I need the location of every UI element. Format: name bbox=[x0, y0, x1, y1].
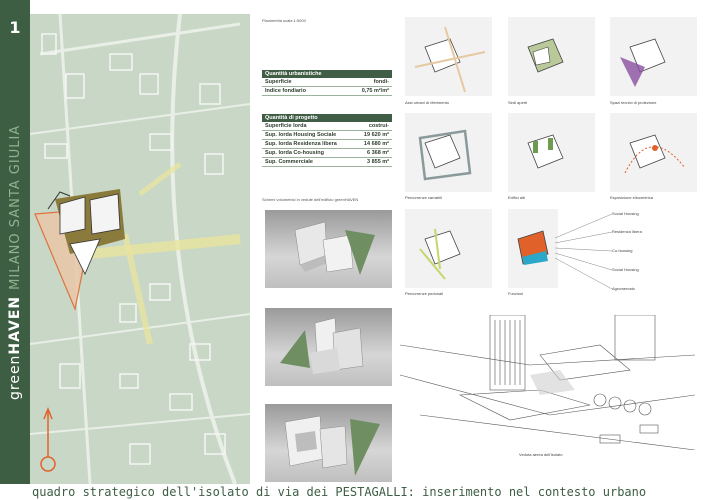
table-row: Sup. Commerciale 3 855 m² bbox=[262, 158, 392, 167]
sketch-caption: Veduta aerea dell'isolato bbox=[519, 452, 563, 457]
diagram-caption: Edifici alti bbox=[508, 195, 525, 200]
legend-item: Co-housing bbox=[612, 248, 633, 253]
diagram-caption: Percorrenze pedonali bbox=[405, 291, 444, 296]
diagram-protection bbox=[610, 17, 697, 96]
volumetric-render bbox=[265, 404, 392, 482]
side-band: 1 greenHAVEN MILANO SANTA GIULIA bbox=[0, 0, 30, 484]
diagram-caption: Sedi aperti bbox=[508, 100, 528, 105]
diagram-caption: Spazi tecnici di protezione bbox=[610, 100, 657, 105]
legend-item: Social Housing bbox=[612, 211, 639, 216]
legend-item: Residenza libera bbox=[612, 229, 642, 234]
volumetric-caption: Schemi volumetrici in vedute dell'edific… bbox=[262, 197, 359, 202]
diagram-caption: Esposizione eliocentrica bbox=[610, 195, 653, 200]
project-header: Quantità di progetto bbox=[262, 114, 392, 122]
urban-header: Quantità urbanistiche bbox=[262, 70, 392, 78]
table-row: Sup. lorda Co-housing 6 368 m² bbox=[262, 149, 392, 158]
diagram-car-paths bbox=[405, 113, 492, 192]
diagram-caption: Percorrenze carrabili bbox=[405, 195, 442, 200]
diagram-tall-buildings bbox=[508, 113, 595, 192]
volumetric-render bbox=[265, 308, 392, 386]
project-title: greenHAVEN MILANO SANTA GIULIA bbox=[7, 125, 23, 400]
plan-scale-label: Planimetria scala 1:5000 bbox=[262, 18, 306, 23]
aerial-sketch bbox=[400, 315, 695, 450]
site-plan-map bbox=[30, 14, 250, 484]
title-prefix: green bbox=[7, 354, 23, 400]
project-quantities-table: Quantità di progetto Superficie lorda cos… bbox=[262, 114, 392, 167]
diagram-open-spaces bbox=[508, 17, 595, 96]
table-row: Sup. lorda Residenza libera 14 680 m² bbox=[262, 140, 392, 149]
table-row: Superficie lorda costrui- bbox=[262, 122, 392, 131]
diagram-caption: Assi urbani di riferimento bbox=[405, 100, 450, 105]
volumetric-render bbox=[265, 210, 392, 288]
location-label: MILANO SANTA GIULIA bbox=[8, 124, 23, 290]
table-row: Superficie fondi- bbox=[262, 78, 392, 87]
table-row: Sup. lorda Housing Sociale 19 620 m² bbox=[262, 131, 392, 140]
diagram-caption: Funzioni bbox=[508, 291, 524, 296]
legend-item: Social Housing bbox=[612, 267, 639, 272]
sheet-number: 1 bbox=[9, 18, 21, 37]
sheet-title: quadro strategico dell'isolato di via de… bbox=[32, 485, 647, 499]
diagram-urban-axes bbox=[405, 17, 492, 96]
urban-quantities-table: Quantità urbanistiche Superficie fondi- I… bbox=[262, 70, 392, 96]
diagram-functions bbox=[508, 209, 558, 288]
title-bold: HAVEN bbox=[7, 295, 23, 355]
legend-leader-lines bbox=[555, 213, 612, 290]
table-row: Indice fondiario 0,75 m²/m² bbox=[262, 87, 392, 96]
diagram-pedestrian-paths bbox=[405, 209, 492, 288]
diagram-sun-exposure bbox=[610, 113, 697, 192]
legend-item: Agromercato bbox=[612, 286, 635, 291]
